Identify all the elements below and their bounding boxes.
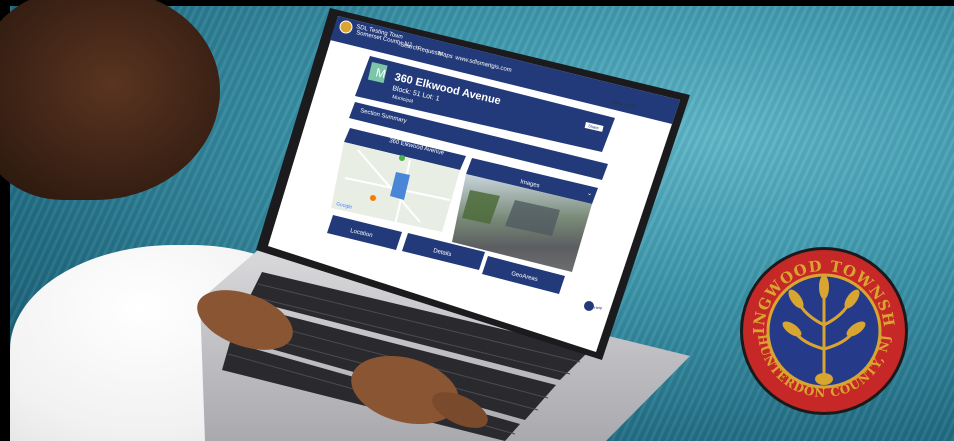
- user-avatar-icon[interactable]: [648, 106, 660, 118]
- help-button[interactable]: [584, 301, 594, 311]
- photo-frame: SDL Testing Town Somerset County, NJ Sea…: [0, 0, 954, 441]
- help-button-label: Help: [594, 305, 603, 310]
- township-seal: KINGWOOD TOWNSHIP HUNTERDON COUNTY, NJ: [738, 245, 908, 415]
- app-logo-icon: [339, 20, 353, 34]
- chevron-down-icon[interactable]: ⌄: [587, 191, 592, 197]
- map-marker-icon: [370, 195, 376, 201]
- map-marker-icon: [399, 155, 405, 161]
